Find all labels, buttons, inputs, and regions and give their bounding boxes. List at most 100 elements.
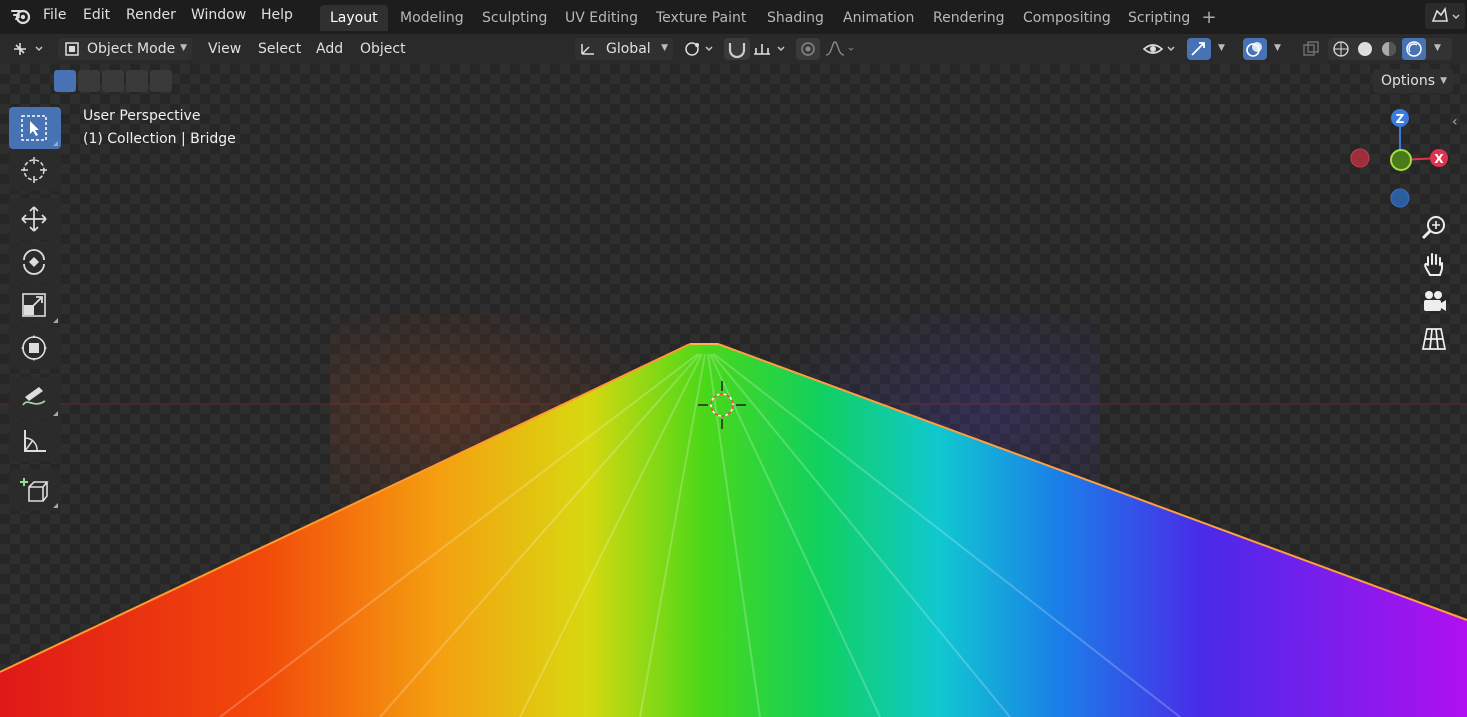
annotate-icon: [22, 387, 46, 406]
menu-edit[interactable]: Edit: [77, 0, 116, 32]
wireframe-shading-icon[interactable]: [1332, 40, 1350, 58]
pan-button[interactable]: [1418, 249, 1450, 281]
material-shading-icon[interactable]: [1380, 40, 1398, 58]
rotate-icon: [23, 249, 45, 275]
menu-render[interactable]: Render: [120, 0, 182, 32]
snap-toggle-button[interactable]: [724, 38, 750, 60]
select-box-tool-button[interactable]: [9, 107, 61, 149]
menu-help[interactable]: Help: [255, 0, 299, 32]
proportional-edit-icon: [801, 42, 815, 56]
scene-icon: [1431, 6, 1460, 22]
3d-viewport[interactable]: Options ▼ User Perspective (1) Collectio…: [0, 64, 1467, 717]
snap-target-button[interactable]: [750, 38, 790, 60]
select-new-button[interactable]: [54, 70, 76, 92]
chevron-down-icon: ▼: [1440, 76, 1447, 86]
header-menu-select[interactable]: Select: [258, 38, 301, 60]
gizmo-icon: [1191, 42, 1205, 56]
menu-file[interactable]: File: [37, 0, 72, 32]
scene-selector-button[interactable]: [1425, 3, 1465, 29]
pivot-point-button[interactable]: [680, 38, 720, 60]
snap-increment-icon: [754, 44, 785, 55]
tab-rendering[interactable]: Rendering: [923, 5, 1015, 31]
xray-icon: [1303, 41, 1319, 56]
scene-render: [0, 314, 1467, 717]
mode-dropdown[interactable]: Object Mode ▼: [58, 38, 192, 60]
select-intersect-button[interactable]: [150, 70, 172, 92]
transform-tool-button[interactable]: [9, 327, 61, 369]
shading-dropdown-chevron-icon[interactable]: ▼: [1434, 43, 1441, 53]
overlay-icon: [1246, 42, 1262, 57]
viewport-editor-icon: [14, 43, 43, 55]
camera-icon: [1424, 291, 1446, 311]
overlay-dropdown[interactable]: ▼: [1268, 38, 1290, 60]
solid-shading-icon[interactable]: [1356, 40, 1374, 58]
blender-logo-icon[interactable]: [10, 6, 32, 26]
add-workspace-button[interactable]: +: [1199, 5, 1219, 31]
select-extend-button[interactable]: [78, 70, 100, 92]
measure-tool-button[interactable]: [9, 420, 61, 462]
tab-compositing[interactable]: Compositing: [1013, 5, 1121, 31]
mode-label: Object Mode: [87, 41, 176, 57]
orientation-label: Global: [606, 41, 651, 57]
shading-mode-group: ▼: [1328, 38, 1452, 60]
proportional-edit-button[interactable]: [796, 38, 820, 60]
perspective-toggle-button[interactable]: [1418, 323, 1450, 355]
add-cube-icon: [20, 478, 49, 502]
chevron-down-icon: ▼: [180, 43, 187, 53]
selection-mode-group: [54, 70, 174, 94]
overlay-toggle-button[interactable]: [1243, 38, 1267, 60]
header-menu-view[interactable]: View: [208, 38, 241, 60]
pivot-icon: [685, 42, 713, 56]
header-menu-add[interactable]: Add: [316, 38, 343, 60]
object-mode-icon: [65, 42, 79, 56]
chevron-down-icon: ▼: [1218, 43, 1225, 53]
tab-layout[interactable]: Layout: [320, 5, 388, 31]
tab-uv-editing[interactable]: UV Editing: [555, 5, 648, 31]
top-bar: File Edit Render Window Help Layout Mode…: [0, 0, 1467, 34]
magnet-icon: [728, 43, 746, 59]
scale-icon: [22, 293, 46, 317]
proportional-falloff-button[interactable]: [822, 38, 858, 60]
editor-type-button[interactable]: [8, 38, 50, 60]
view-name: User Perspective: [83, 108, 201, 124]
zoom-icon: [1421, 216, 1445, 240]
rotate-tool-button[interactable]: [9, 241, 61, 283]
select-subtract-button[interactable]: [102, 70, 124, 92]
gizmo-x-label: X: [1434, 152, 1444, 166]
tab-animation[interactable]: Animation: [833, 5, 924, 31]
tab-texture-paint[interactable]: Texture Paint: [646, 5, 756, 31]
gizmo-toggle-button[interactable]: [1187, 38, 1211, 60]
scale-tool-button[interactable]: [9, 284, 61, 326]
eye-icon: [1142, 44, 1175, 54]
cursor-tool-button[interactable]: [9, 149, 61, 191]
gizmo-dropdown[interactable]: ▼: [1212, 38, 1234, 60]
move-tool-button[interactable]: [9, 198, 61, 240]
options-dropdown[interactable]: Options ▼: [1373, 69, 1453, 93]
zoom-button[interactable]: [1418, 212, 1450, 244]
collection-info: (1) Collection | Bridge: [83, 131, 236, 147]
menu-window[interactable]: Window: [185, 0, 252, 32]
transform-orientation-dropdown[interactable]: Global ▼: [575, 38, 673, 60]
grid-perspective-icon: [1421, 328, 1447, 350]
xray-toggle-button[interactable]: [1300, 38, 1322, 60]
rendered-shading-icon: [1406, 41, 1422, 57]
chevron-down-icon: ▼: [1274, 43, 1281, 53]
orientation-global-icon: [581, 44, 594, 55]
sidebar-collapse-arrow-icon[interactable]: ‹: [1452, 114, 1458, 130]
tab-scripting[interactable]: Scripting: [1118, 5, 1200, 31]
rendered-shading-button[interactable]: [1402, 38, 1426, 60]
tab-sculpting[interactable]: Sculpting: [472, 5, 557, 31]
camera-view-button[interactable]: [1418, 286, 1450, 318]
cursor-icon: [21, 157, 47, 183]
header-menu-object[interactable]: Object: [360, 38, 406, 60]
visibility-dropdown[interactable]: [1141, 38, 1181, 60]
tab-modeling[interactable]: Modeling: [390, 5, 474, 31]
navigation-gizmo[interactable]: Z X: [1340, 100, 1460, 210]
gizmo-z-label: Z: [1396, 112, 1405, 126]
tab-shading[interactable]: Shading: [757, 5, 834, 31]
add-cube-tool-button[interactable]: [9, 469, 61, 511]
move-icon: [21, 206, 47, 232]
viewport-header: Object Mode ▼ View Select Add Object Glo…: [0, 34, 1467, 64]
annotate-tool-button[interactable]: [9, 377, 61, 419]
select-invert-button[interactable]: [126, 70, 148, 92]
